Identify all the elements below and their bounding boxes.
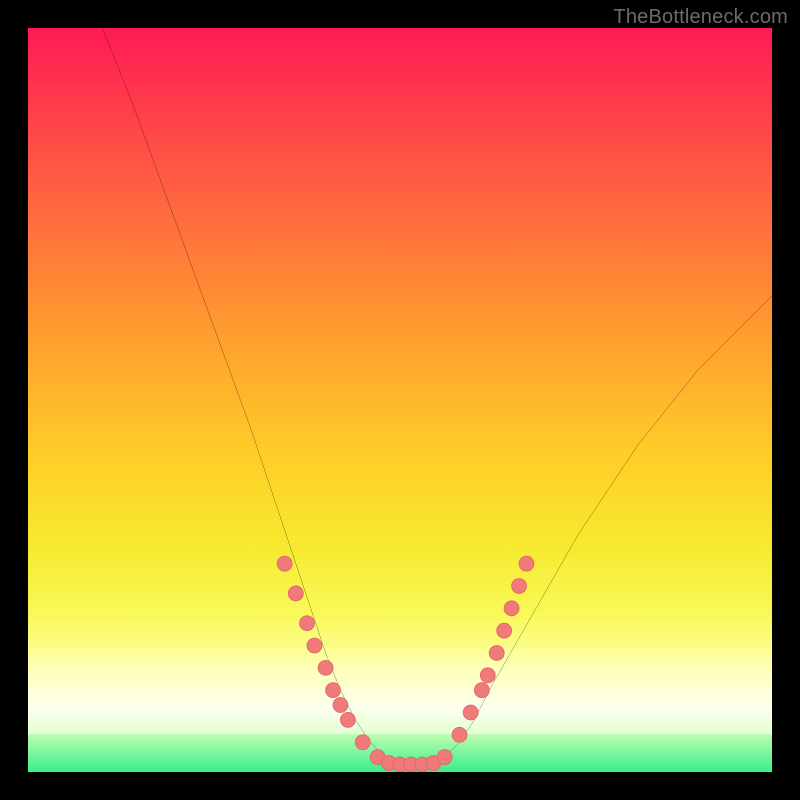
curve-marker xyxy=(489,646,504,661)
curve-marker xyxy=(480,668,495,683)
curve-marker xyxy=(333,698,348,713)
curve-marker xyxy=(474,683,489,698)
curve-marker xyxy=(300,616,315,631)
curve-marker xyxy=(318,660,333,675)
curve-marker xyxy=(504,601,519,616)
bottleneck-curve-path xyxy=(102,28,772,765)
curve-marker xyxy=(463,705,478,720)
curve-marker xyxy=(326,683,341,698)
plot-area xyxy=(28,28,772,772)
curve-marker xyxy=(452,727,467,742)
curve-svg xyxy=(28,28,772,772)
curve-marker xyxy=(355,735,370,750)
curve-marker xyxy=(277,556,292,571)
watermark-text: TheBottleneck.com xyxy=(613,6,788,29)
curve-marker xyxy=(307,638,322,653)
curve-marker xyxy=(519,556,534,571)
curve-marker xyxy=(288,586,303,601)
chart-frame: TheBottleneck.com xyxy=(0,0,800,800)
curve-marker xyxy=(497,623,512,638)
curve-marker xyxy=(340,712,355,727)
curve-marker xyxy=(437,750,452,765)
curve-marker xyxy=(512,579,527,594)
marker-group xyxy=(277,556,534,772)
